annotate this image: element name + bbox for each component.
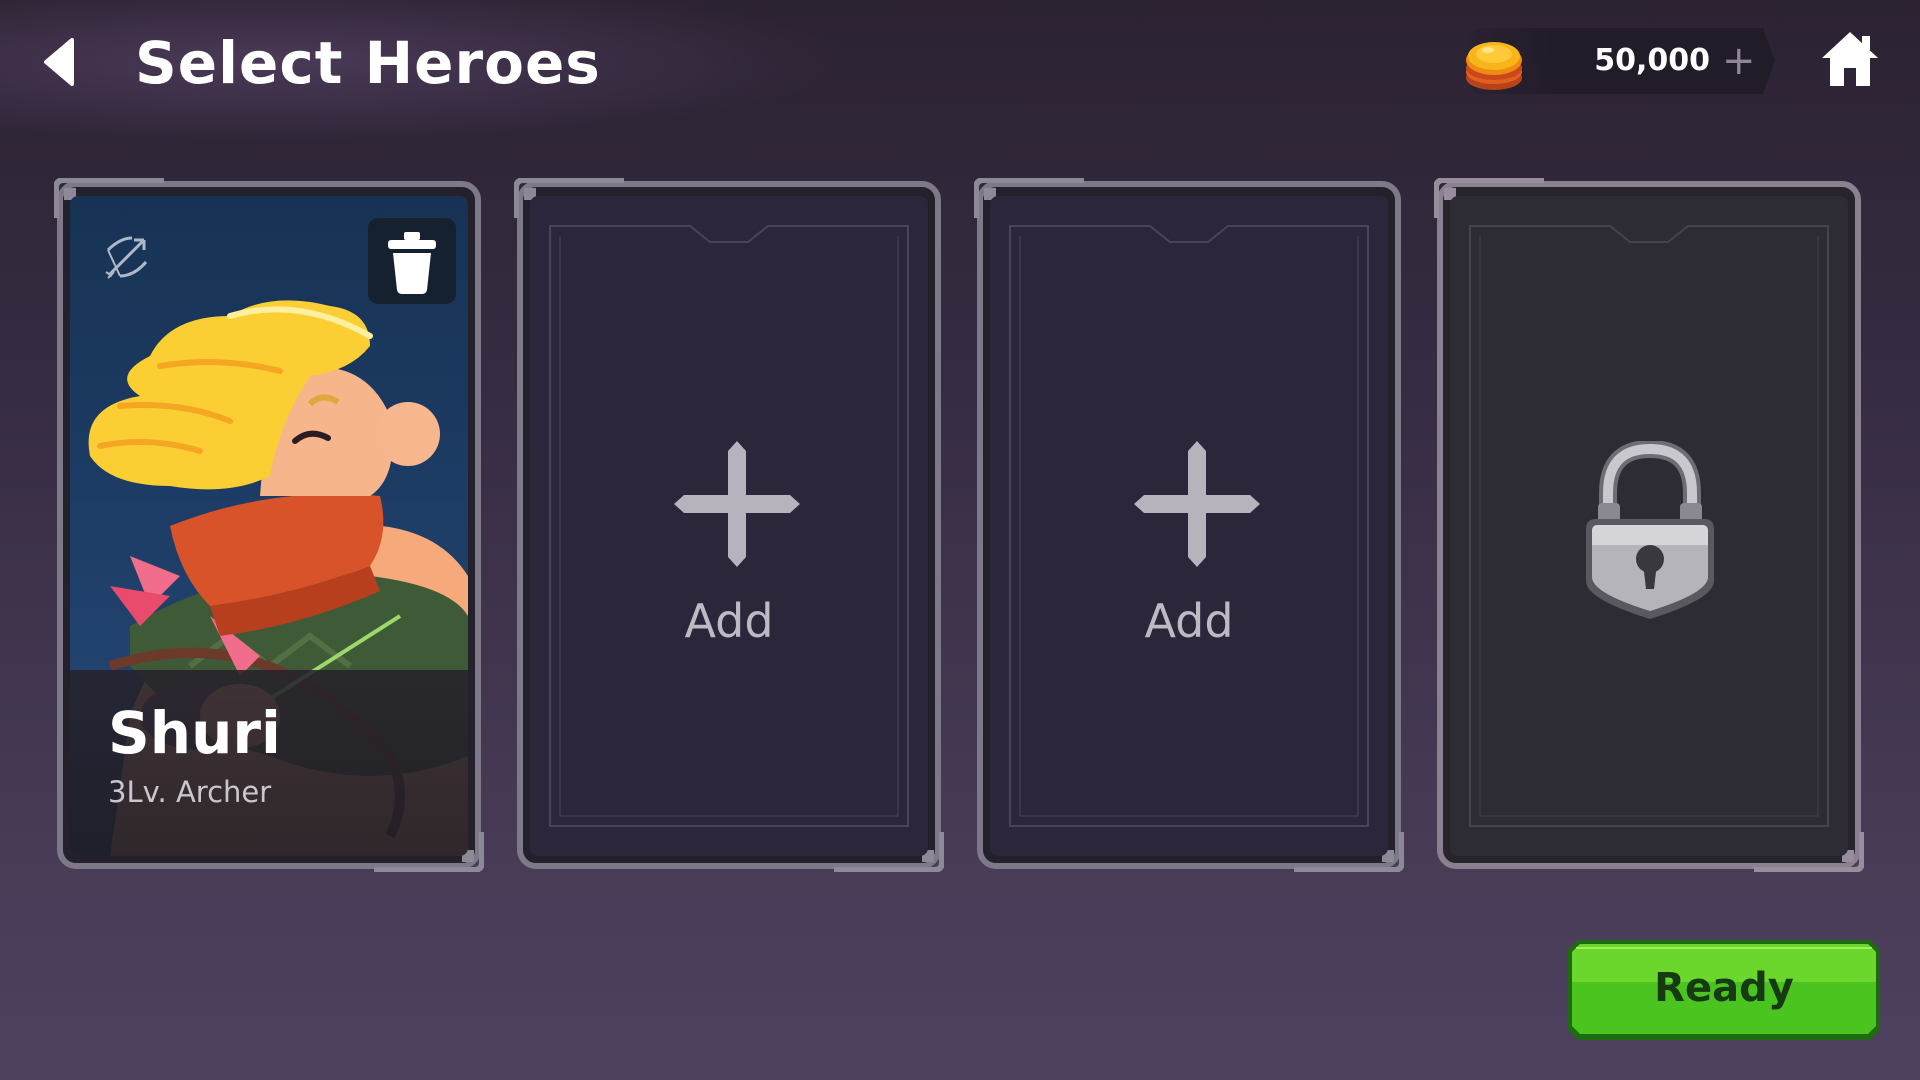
empty-slot-panel: Add [530, 196, 928, 856]
trash-icon [388, 232, 436, 294]
add-hero-label: Add [1144, 594, 1234, 648]
add-currency-button[interactable]: + [1722, 38, 1756, 84]
add-hero-label: Add [684, 594, 774, 648]
hero-slot-2[interactable]: Add [514, 178, 944, 872]
empty-slot-panel: Add [990, 196, 1388, 856]
gold-coin-icon [1462, 30, 1530, 96]
padlock-icon [1586, 441, 1714, 619]
home-icon [1822, 32, 1878, 86]
hero-info-panel: Shuri 3Lv. Archer [70, 670, 468, 856]
back-button[interactable] [38, 34, 88, 90]
plus-icon [674, 441, 800, 567]
ready-button[interactable]: Ready [1566, 938, 1882, 1042]
home-button[interactable] [1818, 28, 1882, 90]
hero-slot-4-locked [1434, 178, 1864, 872]
page-title: Select Heroes [135, 29, 601, 97]
currency-amount: 50,000 [1594, 43, 1710, 78]
hero-slot-1[interactable]: Shuri 3Lv. Archer [54, 178, 484, 872]
plus-icon [1134, 441, 1260, 567]
bow-class-icon [105, 236, 148, 279]
hero-card: Shuri 3Lv. Archer [70, 196, 468, 856]
locked-slot-panel [1450, 196, 1848, 856]
hero-level-class: 3Lv. Archer [108, 775, 272, 809]
hero-name: Shuri [108, 699, 281, 767]
ready-label: Ready [1654, 965, 1794, 1011]
remove-hero-button[interactable] [368, 218, 456, 304]
hero-slot-3[interactable]: Add [974, 178, 1404, 872]
back-arrow-icon [44, 38, 74, 86]
